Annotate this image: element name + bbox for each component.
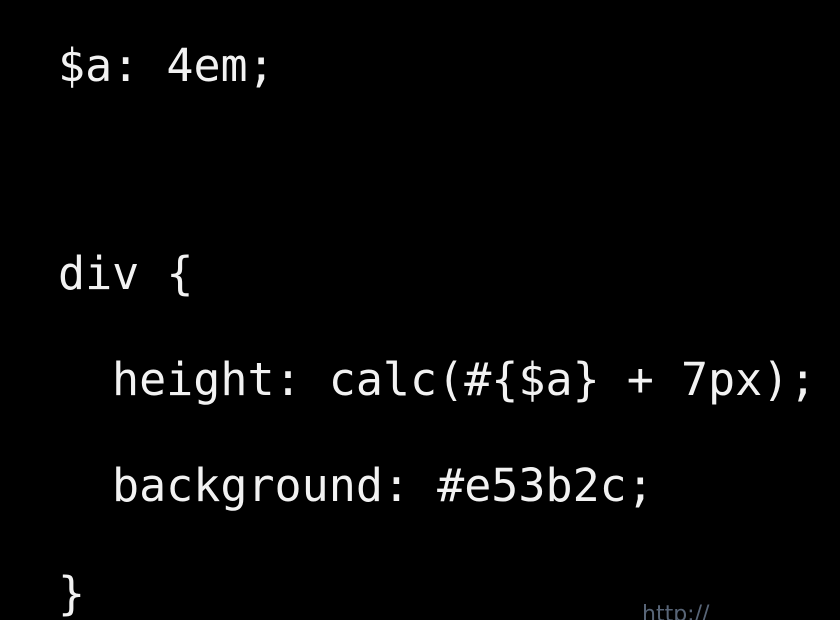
code-line-height: height: calc(#{$a} + 7px); <box>112 353 817 406</box>
code-line-variable: $a: 4em; <box>58 39 275 92</box>
code-line-background: background: #e53b2c; <box>112 459 654 512</box>
code-slide: $a: 4em; div { height: calc(#{$a} + 7px)… <box>0 0 840 620</box>
code-line-close: } <box>58 567 86 620</box>
watermark-url: http:// <box>642 602 710 620</box>
code-line-selector: div { <box>58 247 194 300</box>
